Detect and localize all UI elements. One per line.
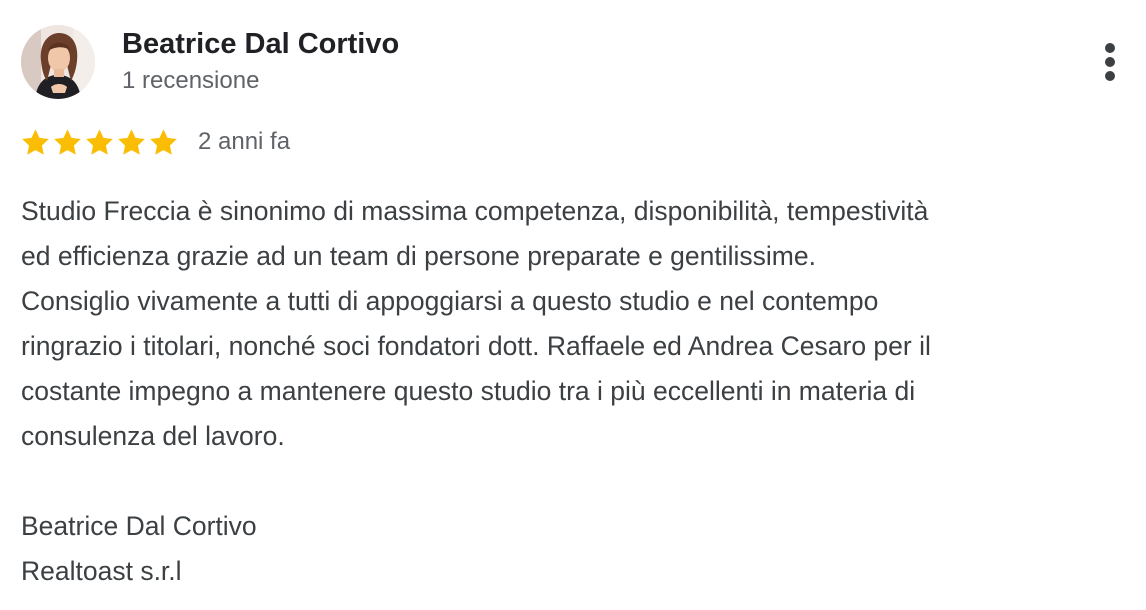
review-text-line: costante impegno a mantenere questo stud… <box>21 376 916 406</box>
star-icon <box>54 128 81 155</box>
star-icon <box>118 128 145 155</box>
review-text: Studio Freccia è sinonimo di massima com… <box>21 189 1131 594</box>
review-text-line: consulenza del lavoro. <box>21 421 285 451</box>
review-text-line: ed efficienza grazie ad un team di perso… <box>21 241 816 271</box>
menu-dot <box>1105 43 1115 53</box>
review-text-line: Studio Freccia è sinonimo di massima com… <box>21 196 929 226</box>
star-icon <box>150 128 177 155</box>
avatar-image <box>21 25 95 99</box>
rating-row: 2 anni fa <box>20 122 290 162</box>
author-name[interactable]: Beatrice Dal Cortivo <box>122 26 399 62</box>
avatar[interactable] <box>21 25 95 99</box>
review-date: 2 anni fa <box>198 128 291 155</box>
review-text-line: Consiglio vivamente a tutti di appoggiar… <box>21 286 879 316</box>
review-text-line: ringrazio i titolari, nonché soci fondat… <box>21 331 931 361</box>
author-review-count[interactable]: 1 recensione <box>122 66 259 96</box>
star-icon <box>22 128 49 155</box>
signature-line: Beatrice Dal Cortivo <box>21 511 257 541</box>
menu-dot <box>1105 57 1115 67</box>
star-rating <box>20 127 180 158</box>
signature-line: Realtoast s.r.l <box>21 556 182 586</box>
menu-dot <box>1105 71 1115 81</box>
star-icon <box>86 128 113 155</box>
more-vert-icon[interactable] <box>1094 40 1126 84</box>
review-card: Beatrice Dal Cortivo 1 recensione 2 anni… <box>0 0 1146 610</box>
